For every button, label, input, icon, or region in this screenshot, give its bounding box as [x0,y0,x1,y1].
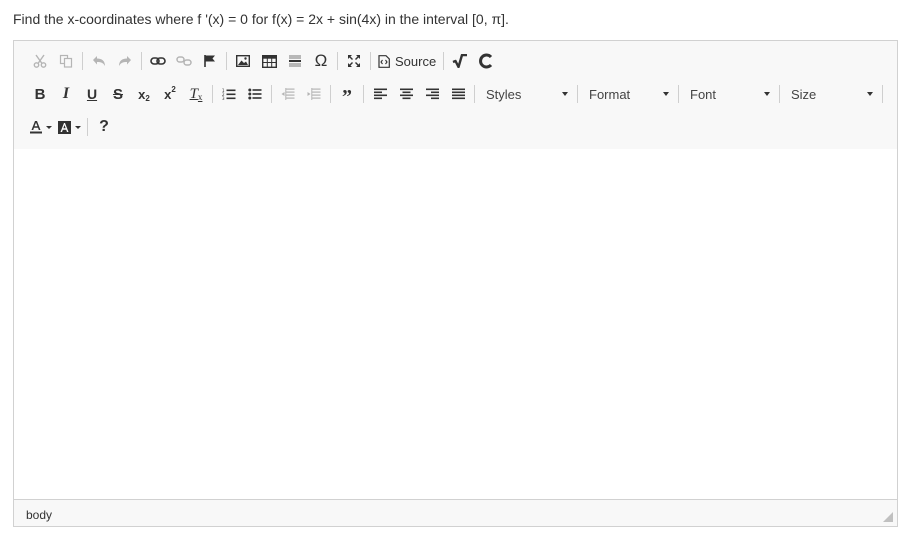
toolbar-separator [226,52,227,70]
bg-color-icon [58,120,71,134]
source-label: Source [395,53,437,69]
table-icon[interactable] [256,49,282,73]
horizontal-rule-icon[interactable] [282,49,308,73]
toolbar-separator [141,52,142,70]
toolbar-separator [882,85,883,103]
align-left-icon[interactable] [367,82,393,106]
align-center-icon[interactable] [393,82,419,106]
resize-handle-icon[interactable] [883,512,893,522]
toolbar-separator [82,52,83,70]
outdent-icon[interactable] [275,82,301,106]
source-button[interactable]: Source [374,49,440,73]
format-dropdown[interactable]: Format [581,83,675,105]
toolbar-separator [577,85,578,103]
indent-icon[interactable] [301,82,327,106]
toolbar-row-3: ? [27,115,117,139]
source-icon [378,54,390,68]
remove-format-icon[interactable]: Tx [183,82,209,106]
help-button[interactable]: ? [91,115,117,139]
toolbar-row-1: Ω Source [27,49,499,73]
size-label: Size [791,86,817,102]
element-path-body[interactable]: body [26,508,52,522]
toolbar-separator [337,52,338,70]
editor-statusbar: body [14,500,897,526]
special-char-omega-icon[interactable]: Ω [308,49,334,73]
bg-color-button[interactable] [55,115,84,139]
toolbar-separator [330,85,331,103]
chevron-down-icon [562,92,568,96]
subscript-icon[interactable]: x2 [131,82,157,106]
anchor-flag-icon[interactable] [197,49,223,73]
toolbar-separator [87,118,88,136]
styles-label: Styles [486,86,522,102]
font-dropdown[interactable]: Font [682,83,776,105]
italic-icon[interactable]: I [53,82,79,106]
bulleted-list-icon[interactable] [242,82,268,106]
numbered-list-icon[interactable]: 123 [216,82,242,106]
toolbar-separator [779,85,780,103]
question-text: Find the x-coordinates where f '(x) = 0 … [13,11,509,27]
sqrt-icon[interactable] [447,49,473,73]
underline-icon[interactable]: U [79,82,105,106]
unlink-icon[interactable] [171,49,197,73]
link-icon[interactable] [145,49,171,73]
undo-icon[interactable] [86,49,112,73]
toolbar-separator [212,85,213,103]
align-right-icon[interactable] [419,82,445,106]
copy-icon[interactable] [53,49,79,73]
blockquote-icon[interactable]: ” [334,82,360,108]
chevron-down-icon [46,125,52,129]
toolbar-separator [678,85,679,103]
toolbar-separator [271,85,272,103]
size-dropdown[interactable]: Size [783,83,879,105]
toolbar-row-2: B I U S x2 x2 Tx 123 ” Styles Format Fon… [27,82,886,108]
toolbar-separator [370,52,371,70]
image-icon[interactable] [230,49,256,73]
editor-toolbar: Ω Source B I U S x2 x2 T x 1 2 3 ” Style… [14,41,897,150]
chem-c-icon[interactable] [473,49,499,73]
cut-icon[interactable] [27,49,53,73]
chevron-down-icon [75,125,81,129]
styles-dropdown[interactable]: Styles [478,83,574,105]
chevron-down-icon [867,92,873,96]
text-color-icon [30,121,42,134]
strike-icon[interactable]: S [105,82,131,106]
rich-text-editor: Ω Source B I U S x2 x2 T x 1 2 3 ” Style… [13,40,898,527]
text-color-button[interactable] [27,115,55,139]
toolbar-separator [443,52,445,70]
format-label: Format [589,86,631,102]
maximize-icon[interactable] [341,49,367,73]
font-label: Font [690,86,717,102]
editor-content-area[interactable] [14,149,897,500]
bold-icon[interactable]: B [27,82,53,106]
justify-icon[interactable] [445,82,471,106]
toolbar-separator [474,85,475,103]
chevron-down-icon [764,92,770,96]
chevron-down-icon [663,92,669,96]
superscript-icon[interactable]: x2 [157,82,183,106]
redo-icon[interactable] [112,49,138,73]
toolbar-separator [363,85,364,103]
svg-text:3: 3 [222,96,225,100]
